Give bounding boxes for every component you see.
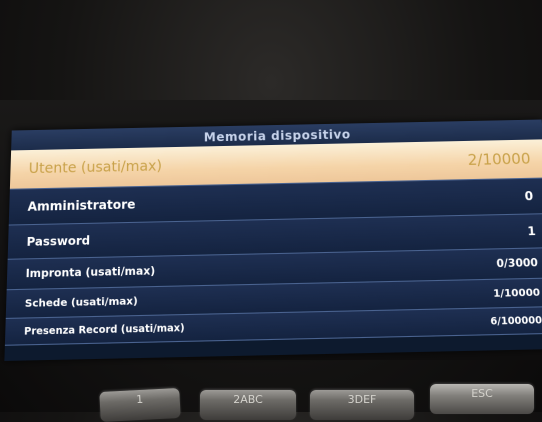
menu-item-value: 2/10000	[467, 149, 532, 169]
key-label: 1	[135, 392, 144, 407]
keypad: 1 2ABC 3DEF ESC	[0, 372, 542, 422]
key-label: 2ABC	[233, 393, 263, 406]
menu-item-value: 1/10000	[492, 286, 541, 300]
key-1-button[interactable]: 1	[99, 387, 181, 422]
menu-item-value: 1	[526, 223, 537, 239]
menu-item-value: 6/100000	[490, 314, 542, 328]
key-2-button[interactable]: 2ABC	[200, 390, 296, 420]
menu-item-label: Amministratore	[27, 197, 136, 214]
esc-button[interactable]: ESC	[430, 384, 534, 414]
device-screen: Memoria dispositivo Utente (usati/max) 2…	[4, 119, 542, 361]
menu-item-label: Password	[26, 233, 91, 249]
key-label: 3DEF	[347, 393, 377, 406]
key-3-button[interactable]: 3DEF	[310, 390, 414, 420]
menu-item-value: 0/3000	[496, 256, 539, 271]
key-label: ESC	[471, 387, 493, 400]
menu-item-label: Schede (usati/max)	[24, 295, 138, 310]
menu-item-label: Presenza Record (usati/max)	[23, 322, 185, 338]
menu-item-value: 0	[524, 188, 534, 204]
menu-item-label: Utente (usati/max)	[28, 158, 162, 178]
menu-item-label: Impronta (usati/max)	[25, 265, 156, 281]
